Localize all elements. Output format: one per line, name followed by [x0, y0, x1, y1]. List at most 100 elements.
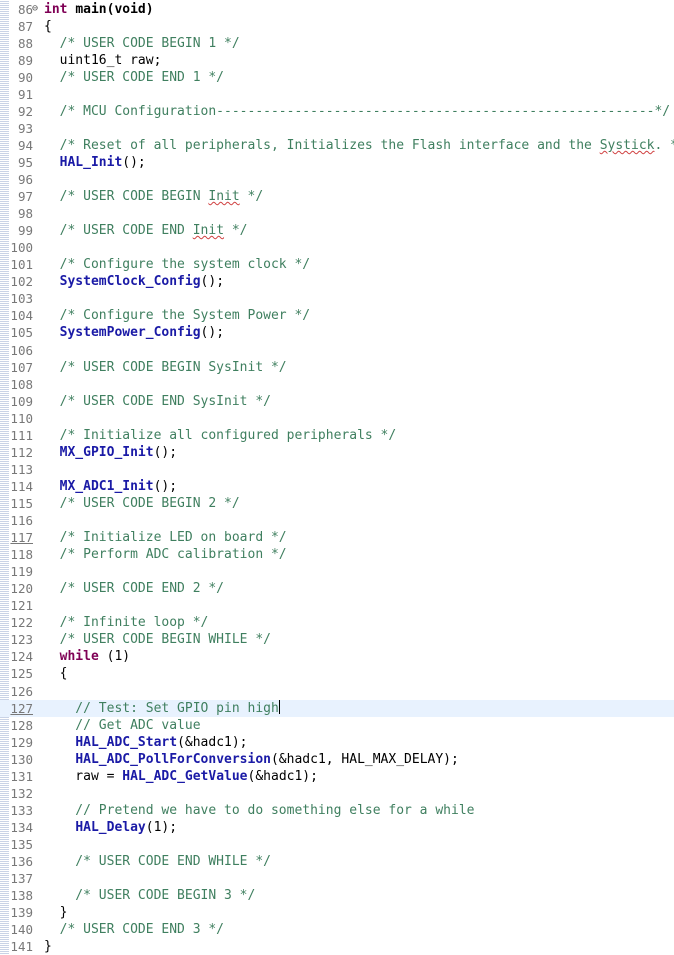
- code-line[interactable]: 132: [0, 785, 674, 802]
- comment-token: /* Reset of all peripherals, Initializes…: [44, 138, 600, 153]
- line-number: 109: [0, 393, 33, 410]
- code-line[interactable]: 138 /* USER CODE BEGIN 3 */: [0, 887, 674, 904]
- code-line[interactable]: 93: [0, 120, 674, 137]
- code-line[interactable]: 123 /* USER CODE BEGIN WHILE */: [0, 631, 674, 648]
- code-editor[interactable]: 86⊖int main(void)87{88 /* USER CODE BEGI…: [0, 0, 674, 954]
- function-name-token: main(void): [75, 2, 153, 17]
- code-line[interactable]: 129 HAL_ADC_Start(&hadc1);: [0, 734, 674, 751]
- line-number: 93: [0, 120, 33, 137]
- code-line[interactable]: 104 /* Configure the System Power */: [0, 307, 674, 324]
- code-text: SystemPower_Config();: [44, 324, 224, 341]
- code-line[interactable]: 116: [0, 512, 674, 529]
- code-line[interactable]: 112 MX_GPIO_Init();: [0, 444, 674, 461]
- code-line[interactable]: 131 raw = HAL_ADC_GetValue(&hadc1);: [0, 768, 674, 785]
- code-line[interactable]: 89 uint16_t raw;: [0, 52, 674, 69]
- code-line[interactable]: 92 /* MCU Configuration-----------------…: [0, 103, 674, 120]
- line-number: 123: [0, 631, 33, 648]
- line-number: 90: [0, 69, 33, 86]
- code-line[interactable]: 139 }: [0, 904, 674, 921]
- code-line[interactable]: 128 // Get ADC value: [0, 717, 674, 734]
- code-line[interactable]: 137: [0, 870, 674, 887]
- line-number: 88: [0, 35, 33, 52]
- code-line[interactable]: 133 // Pretend we have to do something e…: [0, 802, 674, 819]
- code-text: /* Reset of all peripherals, Initializes…: [44, 137, 674, 154]
- code-line[interactable]: 109 /* USER CODE END SysInit */: [0, 393, 674, 410]
- code-line[interactable]: 141}: [0, 938, 674, 955]
- code-line[interactable]: 105 SystemPower_Config();: [0, 324, 674, 341]
- code-line[interactable]: 127 // Test: Set GPIO pin high: [0, 700, 674, 717]
- comment-token: Init: [193, 223, 224, 238]
- comment-token: Systick: [600, 138, 655, 153]
- code-line[interactable]: 103: [0, 290, 674, 307]
- code-text: /* USER CODE BEGIN WHILE */: [44, 631, 271, 648]
- code-line[interactable]: 90 /* USER CODE END 1 */: [0, 69, 674, 86]
- code-line[interactable]: 110: [0, 410, 674, 427]
- comment-token: /* USER CODE BEGIN: [44, 189, 208, 204]
- line-number: 125: [0, 665, 33, 682]
- code-line[interactable]: 97 /* USER CODE BEGIN Init */: [0, 188, 674, 205]
- fold-collapse-icon[interactable]: ⊖: [32, 4, 42, 14]
- code-line[interactable]: 99 /* USER CODE END Init */: [0, 222, 674, 239]
- code-line[interactable]: 98: [0, 205, 674, 222]
- code-line[interactable]: 111 /* Initialize all configured periphe…: [0, 427, 674, 444]
- code-line[interactable]: 120 /* USER CODE END 2 */: [0, 580, 674, 597]
- code-line[interactable]: 121: [0, 597, 674, 614]
- code-line[interactable]: 135: [0, 836, 674, 853]
- code-line[interactable]: 130 HAL_ADC_PollForConversion(&hadc1, HA…: [0, 751, 674, 768]
- code-text: /* Infinite loop */: [44, 614, 208, 631]
- code-line[interactable]: 106: [0, 342, 674, 359]
- code-token: ();: [122, 155, 145, 170]
- code-text: // Test: Set GPIO pin high: [44, 700, 280, 717]
- code-line[interactable]: 100: [0, 239, 674, 256]
- code-line[interactable]: 140 /* USER CODE END 3 */: [0, 921, 674, 938]
- comment-token: Init: [208, 189, 239, 204]
- code-line[interactable]: 96: [0, 171, 674, 188]
- code-line[interactable]: 107 /* USER CODE BEGIN SysInit */: [0, 359, 674, 376]
- line-number: 87: [0, 18, 33, 35]
- code-text: /* USER CODE BEGIN 3 */: [44, 887, 255, 904]
- line-number: 133: [0, 802, 33, 819]
- line-number: 139: [0, 904, 33, 921]
- line-number: 111: [0, 427, 33, 444]
- line-number: 126: [0, 683, 33, 700]
- code-line[interactable]: 102 SystemClock_Config();: [0, 273, 674, 290]
- code-line[interactable]: 94 /* Reset of all peripherals, Initiali…: [0, 137, 674, 154]
- line-number: 138: [0, 887, 33, 904]
- code-line[interactable]: 86⊖int main(void): [0, 1, 674, 18]
- line-number: 86: [0, 1, 33, 18]
- code-line[interactable]: 115 /* USER CODE BEGIN 2 */: [0, 495, 674, 512]
- code-token: raw =: [44, 769, 122, 784]
- code-token: [44, 274, 60, 289]
- code-line[interactable]: 88 /* USER CODE BEGIN 1 */: [0, 35, 674, 52]
- line-number: 98: [0, 205, 33, 222]
- code-line[interactable]: 118 /* Perform ADC calibration */: [0, 546, 674, 563]
- line-number: 120: [0, 580, 33, 597]
- code-line[interactable]: 91: [0, 86, 674, 103]
- code-text: uint16_t raw;: [44, 52, 161, 69]
- code-line[interactable]: 136 /* USER CODE END WHILE */: [0, 853, 674, 870]
- line-number: 132: [0, 785, 33, 802]
- code-token: (&hadc1);: [248, 769, 318, 784]
- code-line[interactable]: 117 /* Initialize LED on board */: [0, 529, 674, 546]
- code-line[interactable]: 119: [0, 563, 674, 580]
- code-line[interactable]: 95 HAL_Init();: [0, 154, 674, 171]
- code-line[interactable]: 122 /* Infinite loop */: [0, 614, 674, 631]
- line-number: 135: [0, 836, 33, 853]
- code-text: /* USER CODE END WHILE */: [44, 853, 271, 870]
- comment-token: /* USER CODE END 1 */: [44, 70, 224, 85]
- code-text: int main(void): [44, 1, 154, 18]
- code-line[interactable]: 124 while (1): [0, 648, 674, 665]
- code-text: /* Configure the System Power */: [44, 307, 310, 324]
- code-line[interactable]: 125 {: [0, 665, 674, 682]
- code-token: [44, 445, 60, 460]
- code-line[interactable]: 101 /* Configure the system clock */: [0, 256, 674, 273]
- code-line[interactable]: 108: [0, 376, 674, 393]
- code-line[interactable]: 113: [0, 461, 674, 478]
- function-call-token: HAL_ADC_GetValue: [122, 769, 247, 784]
- code-text: MX_GPIO_Init();: [44, 444, 177, 461]
- code-line[interactable]: 134 HAL_Delay(1);: [0, 819, 674, 836]
- code-text: {: [44, 665, 67, 682]
- code-line[interactable]: 126: [0, 683, 674, 700]
- code-line[interactable]: 114 MX_ADC1_Init();: [0, 478, 674, 495]
- code-line[interactable]: 87{: [0, 18, 674, 35]
